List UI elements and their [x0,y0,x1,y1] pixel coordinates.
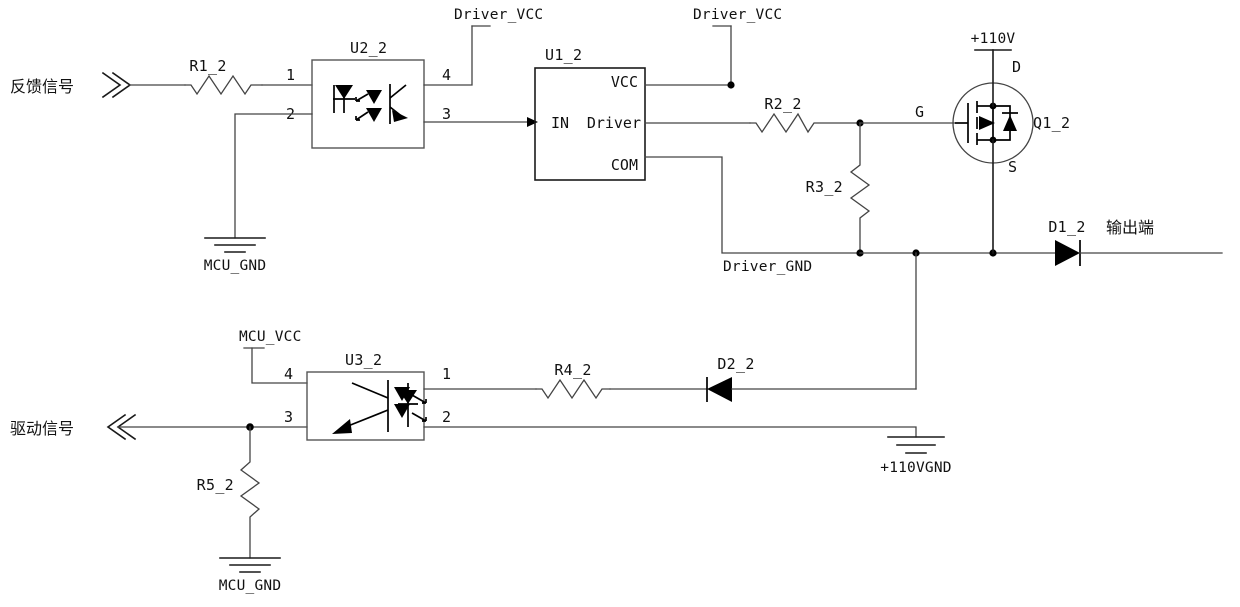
optocoupler-u2-internal-symbol [333,84,408,124]
junction-driver-vcc-2 [727,81,735,89]
u3-pin2-label: 2 [442,408,451,426]
q1-pin-g-label: G [915,103,924,121]
net-label-mcu-gnd-2: MCU_GND [219,578,282,594]
input-arrow-u1-in-icon [527,117,538,127]
q1-pin-s-label: S [1008,158,1017,176]
feedback-input-arrow-icon [101,71,132,99]
wire-u3-pin2-to-hv-gnd [423,426,917,438]
optocoupler-u3-label: U3_2 [345,351,382,369]
net-label-mcu-gnd-1: MCU_GND [204,258,267,274]
wire-u2-pin2-to-gnd [234,113,313,239]
mosfet-q1-symbol [952,49,1034,254]
mosfet-q1-label: Q1_2 [1033,114,1070,132]
ground-symbol-mcu-gnd-1 [204,237,266,253]
u3-pin4-label: 4 [284,365,293,383]
optocoupler-u3-internal-symbol [332,380,427,434]
ground-symbol-hv-gnd [887,436,945,454]
u2-pin1-label: 1 [286,66,295,84]
resistor-r4-symbol [535,378,611,400]
u1-pin-vcc-label: VCC [611,73,638,91]
resistor-r4-label: R4_2 [554,361,591,379]
gate-driver-u1-label: U1_2 [545,46,582,64]
u3-pin1-label: 1 [442,365,451,383]
port-label-output: 输出端 [1106,218,1154,237]
q1-pin-d-label: D [1012,58,1021,76]
resistor-r1-symbol [184,74,263,96]
u1-pin-in-label: IN [551,114,569,132]
circuit-schematic: R1_2 U2_2 1 2 4 3 MCU_GND Driver_VCC U1_… [10,7,1223,594]
net-label-driver-vcc-2: Driver_VCC [693,7,782,23]
ground-symbol-mcu-gnd-2 [219,557,281,573]
resistor-r3-symbol [849,122,871,254]
optocoupler-u2-body [311,59,425,149]
net-label-hv-gnd: +110VGND [880,460,951,476]
optocoupler-u2-label: U2_2 [350,39,387,57]
port-label-feedback-input: 反馈信号 [10,77,74,96]
diode-d1-label: D1_2 [1048,218,1085,236]
resistor-r2-label: R2_2 [764,95,801,113]
diode-d2-symbol [706,377,917,402]
resistor-r1-label: R1_2 [189,57,226,75]
diode-d1-symbol [1055,240,1223,266]
u1-pin-com-label: COM [611,156,638,174]
u2-pin4-label: 4 [442,66,451,84]
resistor-r2-symbol [749,112,861,134]
net-label-mcu-vcc: MCU_VCC [239,329,302,345]
u2-pin3-label: 3 [442,105,451,123]
resistor-r5-label: R5_2 [197,476,234,494]
resistor-r3-label: R3_2 [806,178,843,196]
wire-mcu-vcc-to-u3-pin4 [251,347,308,384]
resistor-r5-symbol [239,426,261,559]
diode-d2-label: D2_2 [717,355,754,373]
wire-driver-vcc-2-to-u1-vcc [644,25,732,86]
u1-pin-driver-label: Driver [587,114,641,132]
net-label-hv-rail: +110V [971,31,1016,47]
schematic-sheet: R1_2 U2_2 1 2 4 3 MCU_GND Driver_VCC U1_… [0,0,1240,607]
port-label-drive-input: 驱动信号 [10,419,74,438]
wire-u1-com-to-driver-gnd [644,156,861,254]
net-label-driver-vcc-1: Driver_VCC [454,7,543,23]
net-label-driver-gnd: Driver_GND [723,259,812,275]
u3-pin3-label: 3 [284,408,293,426]
